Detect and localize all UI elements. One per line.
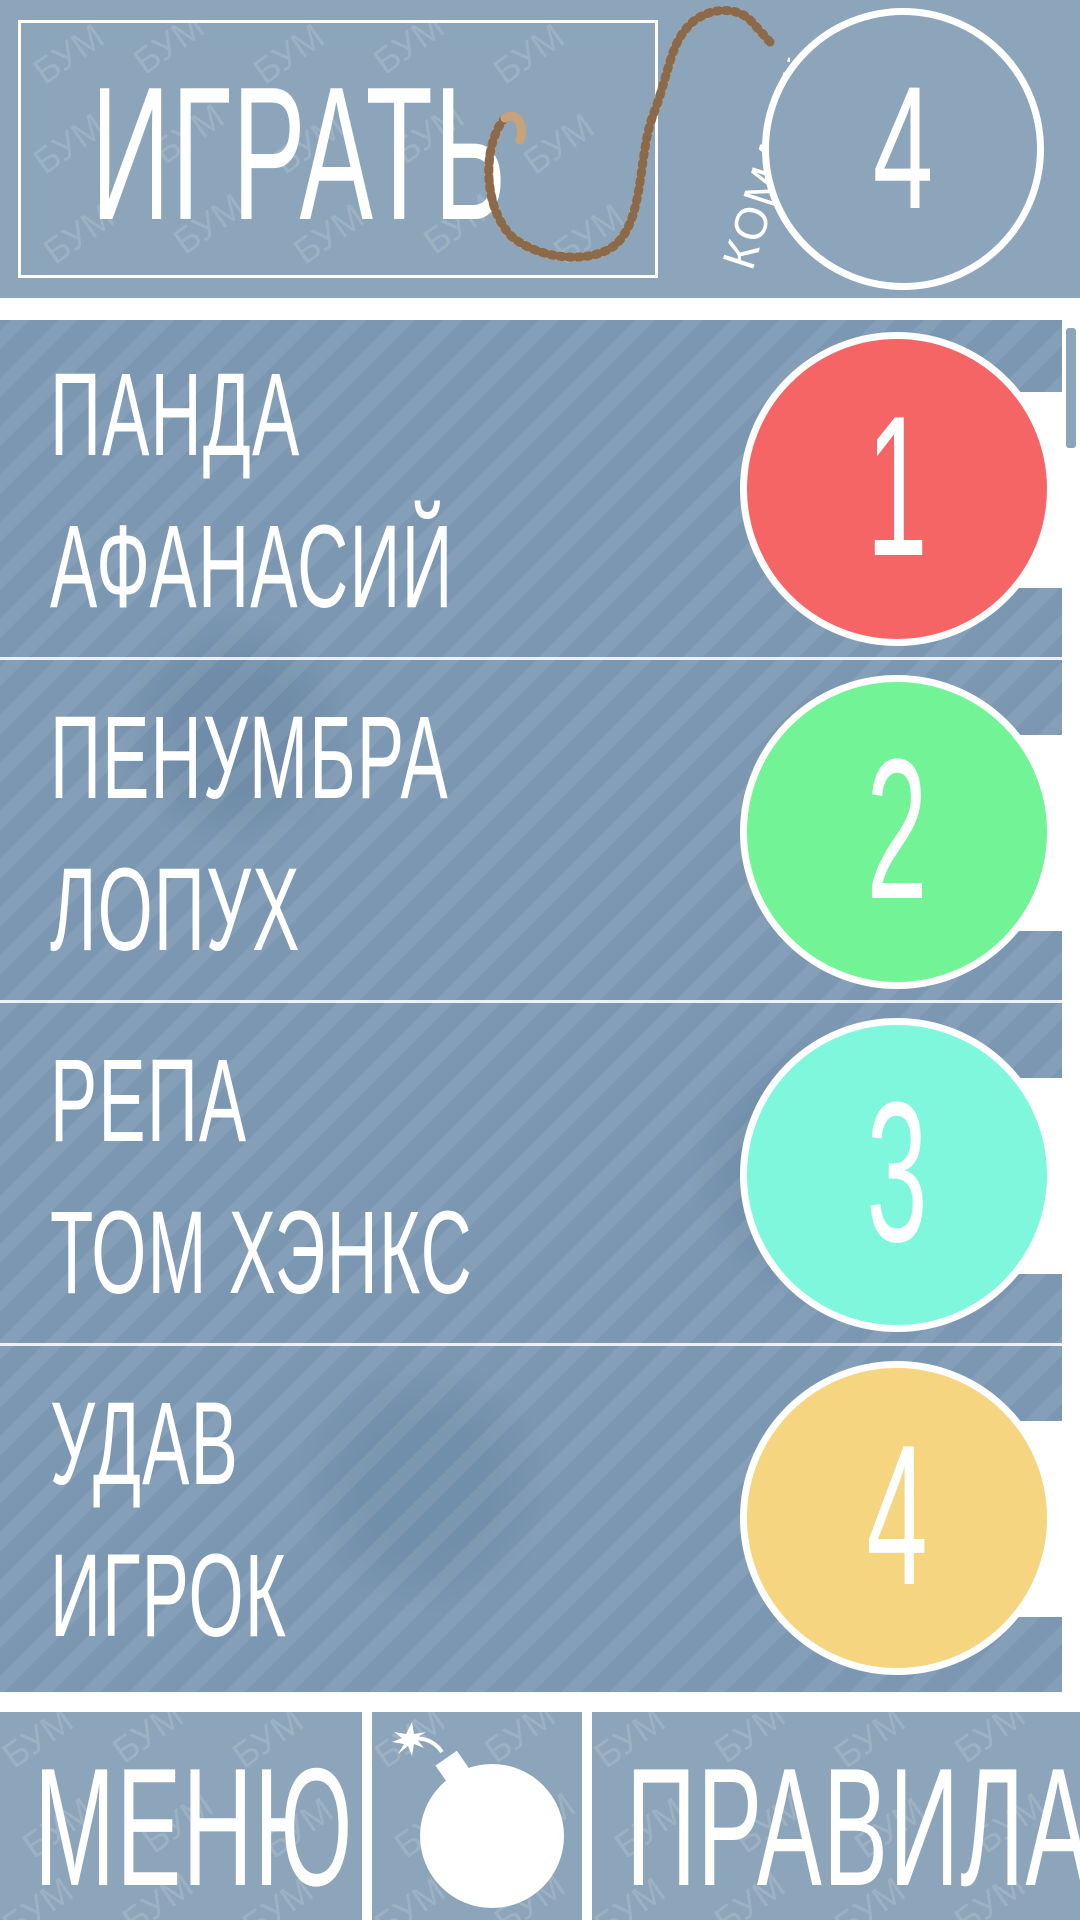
team-number: 3 (866, 1061, 928, 1284)
player-name: ТОМ ХЭНКС (50, 1187, 473, 1319)
player-name: ИГРОК (50, 1530, 288, 1662)
footer: БУМ БУМ БУМ БУМ БУМ БУМ БУМ БУМ БУМ МЕНЮ… (0, 1712, 1080, 1920)
play-label: ИГРАТЬ (91, 48, 508, 260)
player-name: РЕПА (50, 1035, 248, 1167)
bomb-button[interactable]: БУМ БУМ БУМ БУМ БУМ БУМ (372, 1712, 582, 1920)
scrollbar-thumb[interactable] (1066, 328, 1076, 448)
team-number: 2 (866, 718, 928, 941)
menu-label: МЕНЮ (34, 1733, 354, 1920)
player-name: ЛОПУХ (50, 844, 301, 976)
rules-label: ПРАВИЛА (626, 1733, 1080, 1920)
team-number-badge[interactable]: 3 (740, 1018, 1054, 1332)
team-number-badge[interactable]: 4 (740, 1361, 1054, 1675)
team-number-badge[interactable]: 1 (740, 332, 1054, 646)
divider (0, 298, 1080, 320)
divider (0, 1692, 1080, 1712)
bomb-icon (392, 1722, 564, 1908)
player-name: АФАНАСИЙ (50, 501, 454, 633)
teams-count: 4 (872, 51, 934, 246)
team-row[interactable]: УДАВ ИГРОК 4 (0, 1349, 1062, 1689)
player-name: УДАВ (50, 1378, 239, 1510)
teams-count-button[interactable]: 4 (762, 8, 1044, 290)
rules-button[interactable]: БУМ БУМ БУМ БУМ БУМ БУМ БУМ БУМ БУМ БУМ … (592, 1712, 1080, 1920)
team-number: 4 (866, 1404, 928, 1627)
team-number: 1 (866, 375, 928, 598)
team-row[interactable]: ПЕНУМБРА ЛОПУХ 2 (0, 663, 1062, 1003)
player-name: ПЕНУМБРА (50, 692, 449, 824)
player-name: ПАНДА (50, 349, 301, 481)
team-row[interactable]: РЕПА ТОМ ХЭНКС 3 (0, 1006, 1062, 1346)
team-row[interactable]: ПАНДА АФАНАСИЙ 1 (0, 320, 1062, 660)
team-list[interactable]: ПАНДА АФАНАСИЙ 1 ПЕНУМБРА ЛОПУХ 2 РЕПА Т… (0, 320, 1062, 1692)
scrollbar[interactable] (1062, 320, 1080, 1692)
team-number-badge[interactable]: 2 (740, 675, 1054, 989)
header: БУМ БУМ БУМ БУМ БУМ БУМ БУМ БУМ БУМ БУМ … (0, 0, 1080, 298)
menu-button[interactable]: БУМ БУМ БУМ БУМ БУМ БУМ БУМ БУМ БУМ МЕНЮ (0, 1712, 362, 1920)
